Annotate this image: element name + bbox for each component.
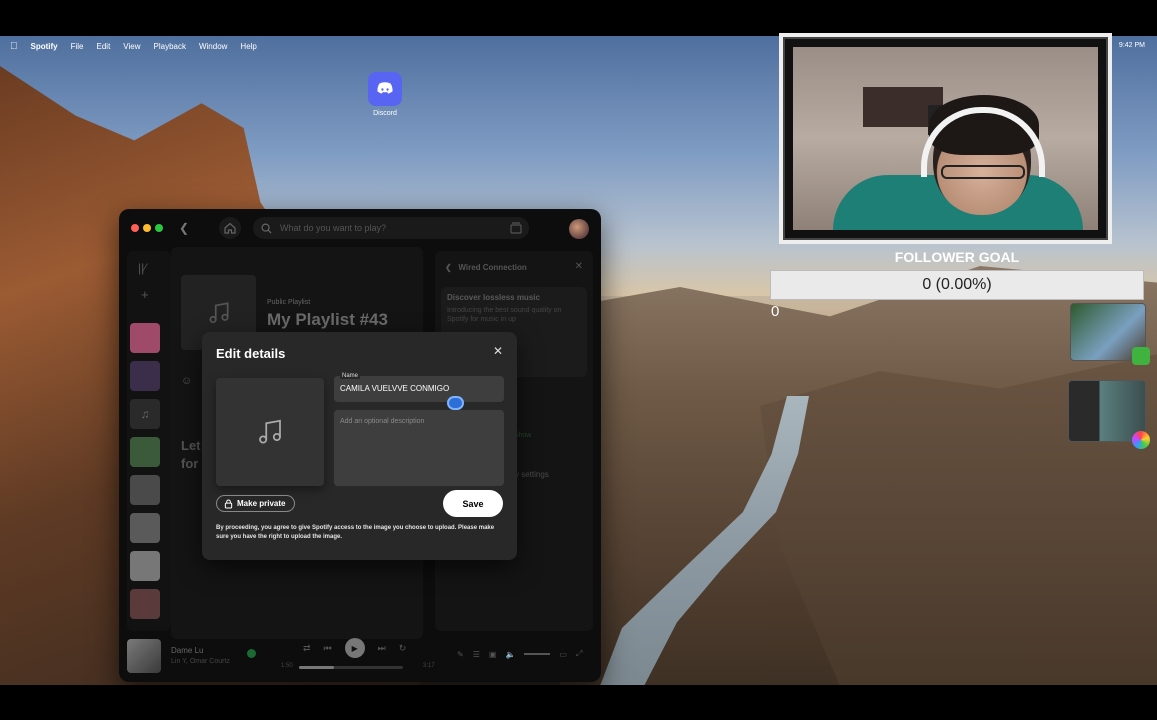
screen:  Spotify File Edit View Playback Window… <box>0 0 1157 720</box>
next-icon[interactable]: ⏭ <box>378 643 386 654</box>
fullscreen-icon[interactable]: ⤢ <box>576 649 582 659</box>
spotify-topbar: ❮ What do you want to play? <box>119 209 601 247</box>
play-button[interactable]: ▶ <box>344 638 365 658</box>
edit-details-dialog: Edit details ✕ CAMILA VUELVVE CONMIGO Na… <box>202 332 517 560</box>
lock-icon <box>224 498 233 509</box>
menu-help[interactable]: Help <box>240 42 256 51</box>
menu-playback[interactable]: Playback <box>154 42 186 51</box>
search-icon <box>261 223 272 234</box>
lossless-card-text: Introducing the best sound quality on Sp… <box>447 307 562 323</box>
now-playing-view-icon[interactable]: ✎ <box>457 650 464 659</box>
menu-file[interactable]: File <box>71 42 84 51</box>
search-placeholder: What do you want to play? <box>280 223 387 233</box>
desktop-icon-discord[interactable]: Discord <box>366 72 404 117</box>
player-bar: Dame Lu Lin Y, Omar Courtz ⇄ ⏮ ▶ ⏭ ↻ 1:5… <box>119 631 601 682</box>
webcam-overlay <box>779 33 1112 244</box>
connect-device-icon[interactable]: ▣ <box>489 650 497 659</box>
now-playing-cover[interactable] <box>127 639 161 673</box>
library-item[interactable] <box>130 475 160 505</box>
window-minimize-button[interactable] <box>143 224 151 232</box>
progress-fill <box>299 666 335 669</box>
webcam-feed <box>793 47 1098 230</box>
music-note-icon <box>208 301 229 323</box>
library-item[interactable] <box>130 551 160 581</box>
search-input[interactable]: What do you want to play? <box>253 217 529 239</box>
description-field[interactable]: Add an optional description <box>334 410 504 486</box>
window-zoom-button[interactable] <box>155 224 163 232</box>
panel-title-text: Wired Connection <box>458 263 527 272</box>
upload-disclaimer: By proceeding, you agree to give Spotify… <box>216 525 495 540</box>
add-collaborator-icon[interactable]: ☺ <box>181 375 192 387</box>
music-note-icon <box>259 419 281 444</box>
save-button[interactable]: Save <box>443 490 503 517</box>
library-item[interactable] <box>130 437 160 467</box>
miniplayer-icon[interactable]: ▭ <box>559 650 567 659</box>
menu-edit[interactable]: Edit <box>97 42 111 51</box>
user-avatar[interactable] <box>569 219 589 239</box>
webcam-person-glasses <box>941 165 1025 179</box>
show-link[interactable]: show <box>515 432 531 439</box>
library-sidebar: ||⁄ + ♫ <box>127 251 171 631</box>
queue-icon[interactable]: ☰ <box>473 650 480 659</box>
lets-find-line1: Let <box>181 438 201 453</box>
window-close-button[interactable] <box>131 224 139 232</box>
follower-goal-bar: 0 (0.00%) <box>770 270 1144 300</box>
home-button[interactable] <box>219 217 241 239</box>
follower-goal-min: 0 <box>771 303 780 320</box>
description-placeholder: Add an optional description <box>340 418 425 425</box>
playlist-kind: Public Playlist <box>267 299 311 306</box>
player-extras: ✎ ☰ ▣ 🔈 ▭ ⤢ <box>457 649 582 659</box>
previous-icon[interactable]: ⏮ <box>324 643 332 654</box>
close-icon[interactable]: ✕ <box>493 344 503 358</box>
name-input-value[interactable]: CAMILA VUELVVE CONMIGO <box>340 384 449 393</box>
name-field-label: Name <box>340 373 361 379</box>
lets-find-line2: for <box>181 456 199 471</box>
make-private-button[interactable]: Make private <box>216 495 296 512</box>
library-item[interactable] <box>130 361 160 391</box>
discord-icon-label: Discord <box>373 110 397 117</box>
browse-icon[interactable] <box>509 221 523 240</box>
library-item[interactable] <box>130 513 160 543</box>
home-icon <box>224 222 236 234</box>
menu-view[interactable]: View <box>123 42 140 51</box>
follower-goal-value: 0 (0.00%) <box>922 276 992 293</box>
playlist-image-picker[interactable] <box>216 378 324 486</box>
library-item[interactable]: ♫ <box>130 399 160 429</box>
lets-find-heading: Let for <box>181 437 201 473</box>
panel-title: ❮ Wired Connection <box>445 263 527 272</box>
library-item[interactable] <box>130 589 160 619</box>
create-playlist-icon[interactable]: + <box>141 287 149 302</box>
panel-close-icon[interactable]: ✕ <box>575 261 583 272</box>
elapsed-time: 1:50 <box>281 663 293 669</box>
menu-window[interactable]: Window <box>199 42 227 51</box>
make-private-label: Make private <box>237 499 286 508</box>
volume-slider[interactable] <box>524 653 551 655</box>
name-field[interactable]: CAMILA VUELVVE CONMIGO <box>334 376 504 402</box>
menubar-clock: 9:42 PM <box>1118 42 1145 49</box>
menu-app-name[interactable]: Spotify <box>31 42 58 51</box>
now-playing-artist[interactable]: Lin Y, Omar Courtz <box>171 658 230 665</box>
repeat-icon[interactable]: ↻ <box>399 643 407 654</box>
volume-icon[interactable]: 🔈 <box>505 650 515 659</box>
duration-time: 3:17 <box>423 663 435 669</box>
shuffle-icon[interactable]: ⇄ <box>303 643 311 654</box>
back-arrow-icon[interactable]: ❮ <box>179 221 189 235</box>
touch-cursor-icon <box>447 396 464 410</box>
discord-icon <box>368 72 402 106</box>
photos-app-icon <box>1132 431 1150 449</box>
minecraft-app-icon <box>1132 347 1150 365</box>
library-item[interactable] <box>130 323 160 353</box>
dialog-title: Edit details <box>216 346 286 361</box>
library-icon[interactable]: ||⁄ <box>138 261 146 275</box>
playlist-title[interactable]: My Playlist #43 <box>267 310 388 330</box>
apple-menu-icon[interactable]:  <box>10 41 18 52</box>
lossless-card-title: Discover lossless music <box>447 293 540 302</box>
liked-check-icon[interactable] <box>247 649 256 658</box>
now-playing-title[interactable]: Dame Lu <box>171 646 203 655</box>
playback-controls: ⇄ ⏮ ▶ ⏭ ↻ <box>303 638 406 658</box>
follower-goal-label: FOLLOWER GOAL <box>894 249 1020 265</box>
progress-bar[interactable] <box>299 666 403 669</box>
